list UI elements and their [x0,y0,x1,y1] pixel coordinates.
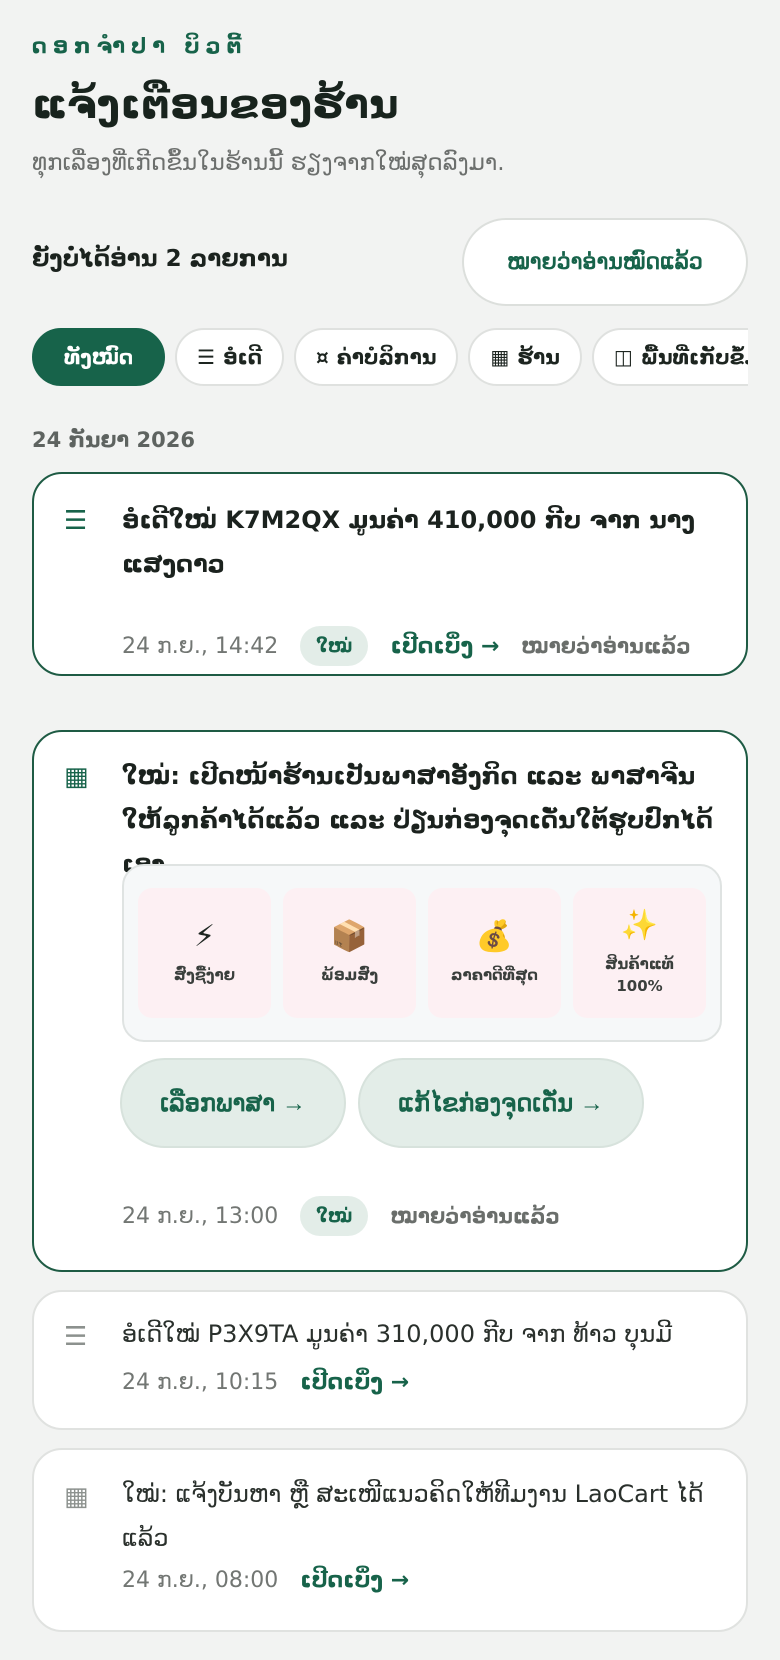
notification-time: 24 ກ.ຍ., 08:00 [122,1568,279,1593]
filter-shop[interactable]: ▦ ຮ້ານ [468,328,582,386]
list-icon: ☰ [197,345,216,369]
filter-orders-label: ອໍເດີ [223,345,262,369]
list-icon: ☰ [64,506,88,536]
feature-label: ລາຄາດີທີ່ສຸດ [451,966,538,984]
filter-fees[interactable]: ¤ ຄ່າບໍລິການ [294,328,459,386]
notification-card-feature[interactable]: ▦ ໃໝ່: ເປີດໜ້າຮ້ານເປັນພາສາອັງກິດ ແລະ ພາສ… [32,730,748,1272]
money-bag-icon: 💰 [475,919,514,954]
notification-text: ອໍເດີໃໝ່ K7M2QX ມູນຄ່າ 410,000 ກີບ ຈາກ ນ… [122,506,696,578]
filter-storage-label: ພື້ນທີ່ເກັບຂໍ້ມູ [640,345,748,369]
grid-icon: ▦ [64,1482,89,1512]
notification-card-order[interactable]: ☰ ອໍເດີໃໝ່ K7M2QX ມູນຄ່າ 410,000 ກີບ ຈາກ… [32,472,748,676]
unread-count-text: ຍັງບໍ່ໄດ້ອ່ານ 2 ລາຍການ [32,246,288,272]
filter-all[interactable]: ທັງໝົດ [32,328,166,386]
feature-label: ພ້ອມສົ່ງ [320,966,379,984]
page-subtitle: ທຸກເລື່ອງທີ່ເກີດຂຶ້ນໃນຮ້ານນີ້ ຮຽງຈາກໃໝ່ສ… [32,150,505,176]
open-link[interactable]: ເປີດເບິ່ງ → [300,1370,409,1395]
grid-icon: ▦ [64,762,89,792]
filter-fees-label: ຄ່າບໍລິການ [336,345,437,369]
grid-icon: ▦ [490,345,510,369]
notification-meta: 24 ກ.ຍ., 10:15 ເປີດເບິ່ງ → [122,1370,409,1395]
filter-orders[interactable]: ☰ ອໍເດີ [175,328,284,386]
filter-chips: ທັງໝົດ ☰ ອໍເດີ ¤ ຄ່າບໍລິການ ▦ ຮ້ານ ◫ ພື້… [32,328,748,388]
filter-shop-label: ຮ້ານ [517,345,560,369]
notification-meta: 24 ກ.ຍ., 14:42 ໃໝ່ ເປີດເບິ່ງ → ໝາຍວ່າອ່າ… [122,626,691,666]
notification-time: 24 ກ.ຍ., 14:42 [122,633,279,659]
notification-time: 24 ກ.ຍ., 13:00 [122,1203,279,1229]
feature-best-price: 💰 ລາຄາດີທີ່ສຸດ [428,888,561,1018]
notification-text: ໃໝ່: ແຈ້ງບັນຫາ ຫຼື ສະເໜີແນວຄິດໃຫ້ທີມງານ … [122,1480,704,1552]
notification-meta: 24 ກ.ຍ., 08:00 ເປີດເບິ່ງ → [122,1568,409,1593]
feature-label: ສົ່ງຊື້ງ່າຍ [173,966,236,984]
package-icon: 📦 [330,919,369,954]
shop-brand: ດອກຈຳປາ ບິວຕີ້ [32,34,248,58]
unread-summary-row: ຍັງບໍ່ໄດ້ອ່ານ 2 ລາຍການ ໝາຍວ່າອ່ານໝົດແລ້ວ [32,218,748,306]
notification-meta: 24 ກ.ຍ., 13:00 ໃໝ່ ໝາຍວ່າອ່ານແລ້ວ [122,1196,560,1236]
notification-time: 24 ກ.ຍ., 10:15 [122,1370,279,1395]
mark-read-link[interactable]: ໝາຍວ່າອ່ານແລ້ວ [390,1204,559,1228]
feature-label: ສິນຄ້າແທ້ 100% [605,955,674,995]
open-link[interactable]: ເປີດເບິ່ງ → [390,634,499,659]
storage-icon: ◫ [613,345,633,369]
notification-card-order-read[interactable]: ☰ ອໍເດີໃໝ່ P3X9TA ມູນຄ່າ 310,000 ກີບ ຈາກ… [32,1290,748,1430]
mark-read-link[interactable]: ໝາຍວ່າອ່ານແລ້ວ [521,634,690,658]
filter-storage[interactable]: ◫ ພື້ນທີ່ເກັບຂໍ້ມູ [591,328,748,386]
feature-ready-ship: 📦 ພ້ອມສົ່ງ [283,888,416,1018]
page-title: ແຈ້ງເຕືອນຂອງຮ້ານ [32,82,399,128]
new-badge: ໃໝ່ [300,1196,369,1236]
feature-genuine: ✨ ສິນຄ້າແທ້ 100% [573,888,706,1018]
edit-highlights-button[interactable]: ແກ້ໄຂກ່ອງຈຸດເດັ່ນ → [358,1058,644,1148]
notification-card-feedback-read[interactable]: ▦ ໃໝ່: ແຈ້ງບັນຫາ ຫຼື ສະເໜີແນວຄິດໃຫ້ທີມງາ… [32,1448,748,1632]
mark-all-read-button[interactable]: ໝາຍວ່າອ່ານໝົດແລ້ວ [462,218,748,306]
list-icon: ☰ [64,1322,88,1352]
choose-language-button[interactable]: ເລືອກພາສາ → [120,1058,346,1148]
notification-text: ອໍເດີໃໝ່ P3X9TA ມູນຄ່າ 310,000 ກີບ ຈາກ ທ… [122,1320,673,1348]
highlight-preview: ⚡ ສົ່ງຊື້ງ່າຍ 📦 ພ້ອມສົ່ງ 💰 ລາຄາດີທີ່ສຸດ … [122,864,722,1042]
date-group-heading: 24 ກັນຍາ 2026 [32,428,195,452]
currency-icon: ¤ [316,345,329,369]
new-badge: ໃໝ່ [300,626,369,666]
open-link[interactable]: ເປີດເບິ່ງ → [300,1568,409,1593]
sparkles-icon: ✨ [620,908,659,943]
lightning-icon: ⚡ [193,919,216,954]
feature-easy-order: ⚡ ສົ່ງຊື້ງ່າຍ [138,888,271,1018]
filter-all-label: ທັງໝົດ [64,345,134,369]
